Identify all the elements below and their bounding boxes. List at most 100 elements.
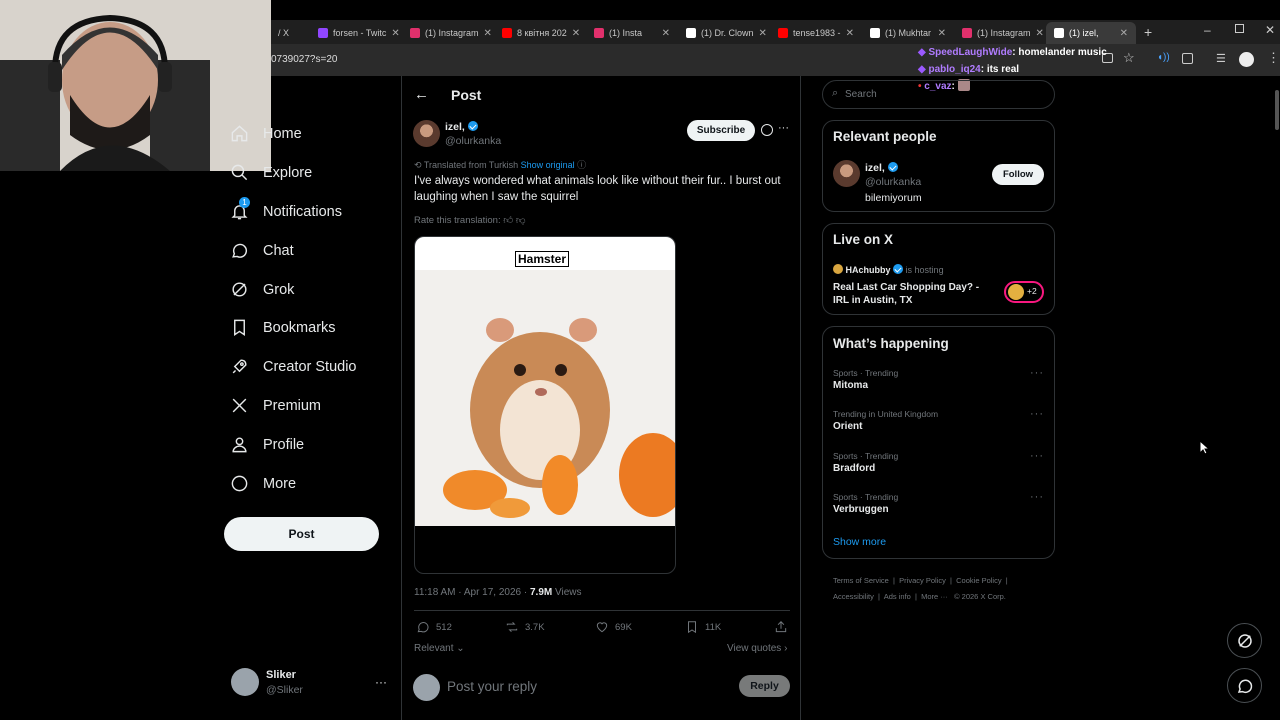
minimize-icon[interactable]: – — [1204, 23, 1211, 37]
trend-name[interactable]: Mitoma — [833, 380, 868, 391]
maximize-icon[interactable] — [1235, 24, 1244, 33]
account-avatar[interactable] — [231, 668, 259, 696]
bookmark-action[interactable]: 11K — [685, 620, 721, 634]
post-timestamp[interactable]: 11:18 AM · Apr 17, 2026 · — [414, 587, 530, 598]
footer-link[interactable]: Privacy Policy — [899, 576, 946, 585]
thumbs-down-icon[interactable]: 👎︎ — [516, 215, 526, 226]
trend-name[interactable]: Orient — [833, 421, 862, 432]
nav-more[interactable]: More — [230, 474, 296, 493]
grok-explain-icon[interactable] — [761, 124, 773, 136]
browser-tab[interactable]: tense1983 - ✕ — [770, 22, 862, 44]
footer-links: Terms of Service | Privacy Policy | Cook… — [833, 576, 1008, 601]
nav-notifications[interactable]: 1 Notifications — [230, 197, 342, 221]
reply-input[interactable]: Post your reply — [447, 679, 537, 694]
footer-link[interactable]: Terms of Service — [833, 576, 889, 585]
nav-chat[interactable]: Chat — [230, 241, 294, 260]
extensions-icon[interactable] — [1182, 53, 1193, 64]
footer-link[interactable]: Ads info — [884, 592, 911, 601]
browser-tab[interactable]: / X — [270, 22, 310, 44]
trend-more-icon[interactable]: ··· — [1030, 491, 1044, 503]
close-tab-icon[interactable]: ✕ — [846, 28, 854, 39]
nav-explore[interactable]: Explore — [230, 163, 312, 182]
post-media[interactable]: Hamster — [414, 236, 676, 574]
trend-more-icon[interactable]: ··· — [1030, 367, 1044, 379]
grok-float-button[interactable] — [1227, 623, 1262, 658]
browser-tab[interactable]: forsen - Twitc ✕ — [310, 22, 402, 44]
scrollbar-thumb[interactable] — [1275, 90, 1279, 130]
mouse-cursor-icon — [1199, 440, 1209, 455]
live-stream-title[interactable]: Real Last Car Shopping Day? - IRL in Aus… — [833, 281, 993, 307]
browser-tab[interactable]: (1) Instagram ✕ — [954, 22, 1046, 44]
subscribe-button[interactable]: Subscribe — [687, 120, 755, 141]
back-arrow-icon[interactable]: ← — [414, 86, 429, 103]
new-tab-icon[interactable]: + — [1144, 24, 1152, 40]
close-tab-icon[interactable]: ✕ — [662, 28, 670, 39]
sort-dropdown[interactable]: Relevant ⌄ — [414, 643, 465, 654]
post-more-icon[interactable]: ··· — [778, 122, 789, 134]
bookmark-star-icon[interactable]: ☆ — [1123, 50, 1135, 66]
footer-link[interactable]: Accessibility — [833, 592, 874, 601]
live-participants[interactable]: +2 — [1004, 281, 1044, 303]
browser-menu-icon[interactable]: ⋮ — [1267, 50, 1280, 66]
close-window-icon[interactable]: ✕ — [1265, 23, 1275, 37]
show-more-link[interactable]: Show more — [833, 536, 886, 548]
footer-link[interactable]: Cookie Policy — [956, 576, 1001, 585]
follow-button[interactable]: Follow — [992, 164, 1044, 185]
nav-label: Explore — [263, 164, 313, 181]
share-action[interactable] — [774, 620, 788, 634]
view-quotes-label: View quotes — [727, 643, 782, 654]
nav-home[interactable]: Home — [230, 124, 302, 143]
browser-tab-active[interactable]: (1) izel, ✕ — [1046, 22, 1136, 44]
author-name-row[interactable]: izel, — [445, 121, 478, 133]
home-icon — [231, 125, 248, 142]
like-action[interactable]: 69K — [595, 620, 632, 634]
share-icon — [775, 621, 787, 633]
chat-user: SpeedLaughWide — [928, 47, 1013, 58]
live-host-row[interactable]: HAchubby is hosting — [833, 264, 944, 275]
messages-float-button[interactable] — [1227, 668, 1262, 703]
author-handle[interactable]: @olurkanka — [445, 135, 501, 147]
close-tab-icon[interactable]: ✕ — [1036, 28, 1044, 39]
close-tab-icon[interactable]: ✕ — [759, 28, 767, 39]
close-tab-icon[interactable]: ✕ — [391, 28, 399, 39]
url-field[interactable]: 0739027?s=20 — [271, 54, 337, 65]
close-tab-icon[interactable]: ✕ — [938, 28, 946, 39]
thumbs-up-icon[interactable]: 👍︎ — [503, 215, 513, 226]
person-name-row[interactable]: izel, — [865, 162, 898, 174]
live-host: HAchubby — [845, 265, 891, 275]
browser-tab[interactable]: (1) Instagram ✕ — [402, 22, 494, 44]
nav-premium[interactable]: Premium — [230, 396, 321, 415]
account-menu-icon[interactable]: ··· — [375, 675, 387, 689]
trend-more-icon[interactable]: ··· — [1030, 408, 1044, 420]
post-button[interactable]: Post — [224, 517, 379, 551]
nav-creator-studio[interactable]: Creator Studio — [230, 357, 357, 376]
nav-bookmarks[interactable]: Bookmarks — [230, 318, 336, 337]
media-playing-icon[interactable]: ◖)) — [1157, 52, 1170, 63]
reply-button[interactable]: Reply — [739, 675, 790, 697]
browser-tab[interactable]: (1) Insta ✕ — [586, 22, 678, 44]
nav-grok[interactable]: Grok — [230, 280, 294, 299]
browser-profile-icon[interactable] — [1239, 52, 1254, 67]
person-avatar[interactable] — [833, 160, 860, 187]
repost-action[interactable]: 3.7K — [505, 620, 545, 634]
author-avatar[interactable] — [413, 120, 440, 147]
search-input[interactable]: Search — [845, 89, 877, 100]
trend-name[interactable]: Verbruggen — [833, 504, 889, 515]
search-box[interactable]: ⌕ Search — [822, 80, 1055, 109]
views-label: Views — [555, 587, 582, 598]
show-original-link[interactable]: Show original — [521, 160, 575, 170]
browser-tab[interactable]: (1) Mukhtar ✕ — [862, 22, 954, 44]
trend-name[interactable]: Bradford — [833, 463, 875, 474]
close-tab-icon[interactable]: ✕ — [572, 28, 580, 39]
rate-translation: Rate this translation: 👍︎ 👎︎ — [414, 214, 525, 226]
close-tab-icon[interactable]: ✕ — [1120, 28, 1128, 39]
footer-link[interactable]: More ··· — [921, 592, 948, 601]
view-quotes-link[interactable]: View quotes › — [727, 643, 787, 654]
reading-list-icon[interactable]: ☰ — [1216, 52, 1226, 65]
trend-more-icon[interactable]: ··· — [1030, 450, 1044, 462]
browser-tab[interactable]: (1) Dr. Clown ✕ — [678, 22, 770, 44]
browser-tab[interactable]: 8 квітня 202 ✕ — [494, 22, 586, 44]
reply-action[interactable]: 512 — [416, 620, 452, 634]
nav-profile[interactable]: Profile — [230, 435, 304, 454]
close-tab-icon[interactable]: ✕ — [484, 28, 492, 39]
